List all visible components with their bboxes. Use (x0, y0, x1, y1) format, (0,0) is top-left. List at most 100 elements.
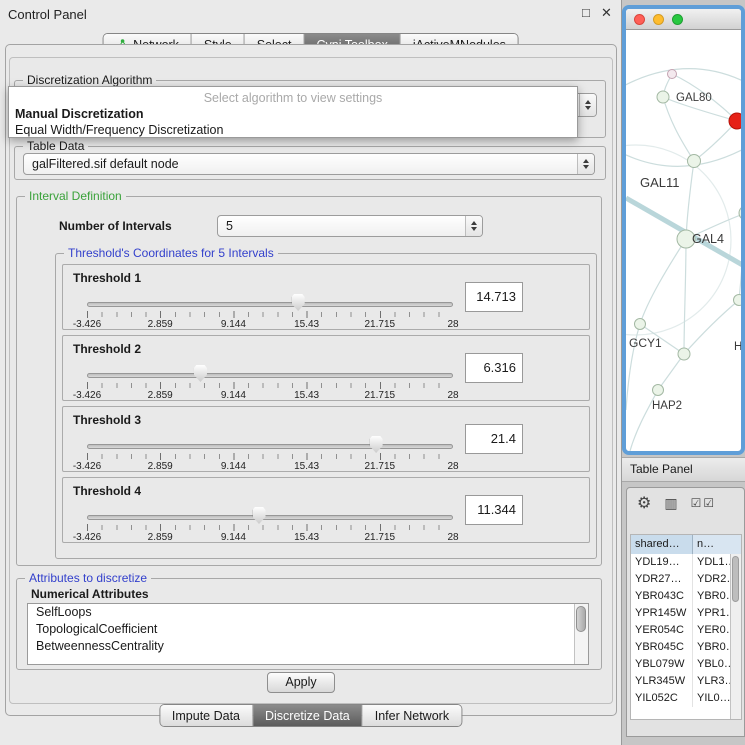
network-node[interactable] (653, 385, 664, 396)
slider-thumb[interactable] (194, 365, 207, 382)
threshold-1-value[interactable]: 14.713 (465, 282, 523, 312)
column-header-shared-name[interactable]: shared… (631, 535, 693, 554)
combo-stepper-icon (577, 154, 594, 174)
list-scrollbar[interactable] (574, 604, 588, 664)
cell-name: YBR0… (693, 588, 730, 605)
minimize-traffic-light[interactable] (653, 14, 664, 25)
algorithm-group-title: Discretization Algorithm (23, 73, 156, 87)
table-scrollbar-thumb[interactable] (732, 556, 739, 602)
algorithm-dropdown-popup: Select algorithm to view settings Manual… (8, 86, 578, 138)
table-scrollbar[interactable] (730, 554, 741, 719)
close-traffic-light[interactable] (634, 14, 645, 25)
tab-discretize-data[interactable]: Discretize Data (253, 705, 363, 726)
network-node[interactable] (635, 319, 646, 330)
network-window-titlebar[interactable] (626, 9, 741, 30)
close-window-icon[interactable]: ✕ (601, 5, 612, 21)
number-of-intervals-select[interactable]: 5 (217, 215, 483, 237)
dropdown-option-manual-discretization[interactable]: Manual Discretization (15, 107, 144, 121)
cell-name: YBR0… (693, 639, 730, 656)
table-panel-title: Table Panel (630, 462, 693, 476)
cell-name: YBL0… (693, 656, 730, 673)
list-item[interactable]: SelfLoops (28, 604, 588, 621)
table-header-row: shared… n… (631, 535, 741, 554)
slider-major-ticks (87, 382, 453, 389)
network-node[interactable] (734, 295, 742, 306)
table-panel-window: ⚙ ▥ ☑☑ shared… n… YDL19…YDL1… YDR27…YDR2… (626, 487, 745, 737)
combo-stepper-icon (579, 94, 596, 116)
cell-shared-name: YDL19… (631, 554, 693, 571)
dropdown-placeholder-item: Select algorithm to view settings (9, 91, 577, 105)
tab-impute-data[interactable]: Impute Data (160, 705, 253, 726)
table-row[interactable]: YER054CYER0… (631, 622, 730, 639)
table-data-select-value: galFiltered.sif default node (32, 157, 179, 171)
network-canvas[interactable]: GAL80 GAL11 GAL4 GCY1 HAP2 H (626, 30, 741, 451)
slider-major-ticks (87, 311, 453, 318)
tab-impute-data-label: Impute Data (172, 709, 240, 723)
checkbox-icon[interactable]: ☑ (691, 496, 702, 510)
cell-shared-name: YBR045C (631, 639, 693, 656)
threshold-panel-2: Threshold 2 -3.4262.8599.14415.4321.7152… (62, 335, 590, 401)
slider-track[interactable] (87, 302, 453, 307)
cell-shared-name: YLR345W (631, 673, 693, 690)
table-row[interactable]: YDR27…YDR2… (631, 571, 730, 588)
threshold-2-title: Threshold 2 (73, 342, 141, 356)
interval-definition-group: Interval Definition Number of Intervals … (16, 196, 602, 566)
number-of-intervals-label: Number of Intervals (59, 219, 172, 233)
window-title: Control Panel (8, 7, 87, 22)
network-edges (626, 69, 741, 451)
table-row[interactable]: YDL19…YDL1… (631, 554, 730, 571)
slider-thumb[interactable] (370, 436, 383, 453)
threshold-panel-3: Threshold 3 -3.4262.8599.14415.4321.7152… (62, 406, 590, 472)
node-table: shared… n… YDL19…YDL1… YDR27…YDR2… YBR04… (630, 534, 742, 720)
table-row[interactable]: YBR045CYBR0… (631, 639, 730, 656)
threshold-3-value[interactable]: 21.4 (465, 424, 523, 454)
checkbox-icon[interactable]: ☑ (703, 496, 714, 510)
apply-button[interactable]: Apply (267, 672, 335, 693)
network-node-label: GCY1 (629, 336, 662, 350)
slider-thumb[interactable] (253, 507, 266, 524)
zoom-traffic-light[interactable] (672, 14, 683, 25)
column-header-name[interactable]: n… (693, 535, 741, 554)
slider-track[interactable] (87, 373, 453, 378)
tab-infer-network[interactable]: Infer Network (363, 705, 461, 726)
gear-icon[interactable]: ⚙ (637, 493, 651, 513)
cell-name: YDL1… (693, 554, 730, 571)
thresholds-group: Threshold's Coordinates for 5 Intervals … (55, 253, 597, 559)
slider-scale-labels: -3.4262.8599.14415.4321.71528 (87, 461, 453, 471)
network-node[interactable] (668, 70, 677, 79)
network-node[interactable] (688, 155, 701, 168)
list-item[interactable]: BetweennessCentrality (28, 638, 588, 655)
list-scrollbar-thumb[interactable] (576, 606, 586, 632)
table-row[interactable]: YIL052CYIL0… (631, 690, 730, 707)
network-node[interactable] (739, 206, 741, 220)
network-node[interactable] (678, 348, 690, 360)
slider-scale-labels: -3.4262.8599.14415.4321.71528 (87, 532, 453, 542)
threshold-2-value[interactable]: 6.316 (465, 353, 523, 383)
slider-thumb[interactable] (292, 294, 305, 311)
table-row[interactable]: YBR043CYBR0… (631, 588, 730, 605)
tab-infer-network-label: Infer Network (375, 709, 449, 723)
thresholds-group-title: Threshold's Coordinates for 5 Intervals (64, 246, 278, 260)
list-item[interactable]: TopologicalCoefficient (28, 621, 588, 638)
tab-discretize-data-label: Discretize Data (265, 709, 350, 723)
columns-icon[interactable]: ▥ (664, 495, 677, 512)
attributes-group-title: Attributes to discretize (25, 571, 151, 585)
dropdown-option-equal-width-frequency[interactable]: Equal Width/Frequency Discretization (15, 123, 223, 137)
interval-definition-title: Interval Definition (25, 189, 126, 203)
network-node-selected[interactable] (729, 113, 741, 129)
slider-track[interactable] (87, 444, 453, 449)
threshold-1-title: Threshold 1 (73, 271, 141, 285)
slider-major-ticks (87, 453, 453, 460)
table-data-select[interactable]: galFiltered.sif default node (23, 153, 595, 175)
cell-shared-name: YBL079W (631, 656, 693, 673)
network-view-window: GAL80 GAL11 GAL4 GCY1 HAP2 H (622, 5, 745, 455)
table-row[interactable]: YPR145WYPR1… (631, 605, 730, 622)
threshold-4-value[interactable]: 11.344 (465, 495, 523, 525)
float-window-icon[interactable]: □ (582, 5, 590, 20)
table-row[interactable]: YLR345WYLR3… (631, 673, 730, 690)
table-row[interactable]: YBL079WYBL0… (631, 656, 730, 673)
select-columns-icons: ☑☑ (691, 496, 715, 510)
network-node[interactable] (657, 91, 669, 103)
table-data-group: Table Data galFiltered.sif default node (14, 146, 606, 180)
slider-track[interactable] (87, 515, 453, 520)
